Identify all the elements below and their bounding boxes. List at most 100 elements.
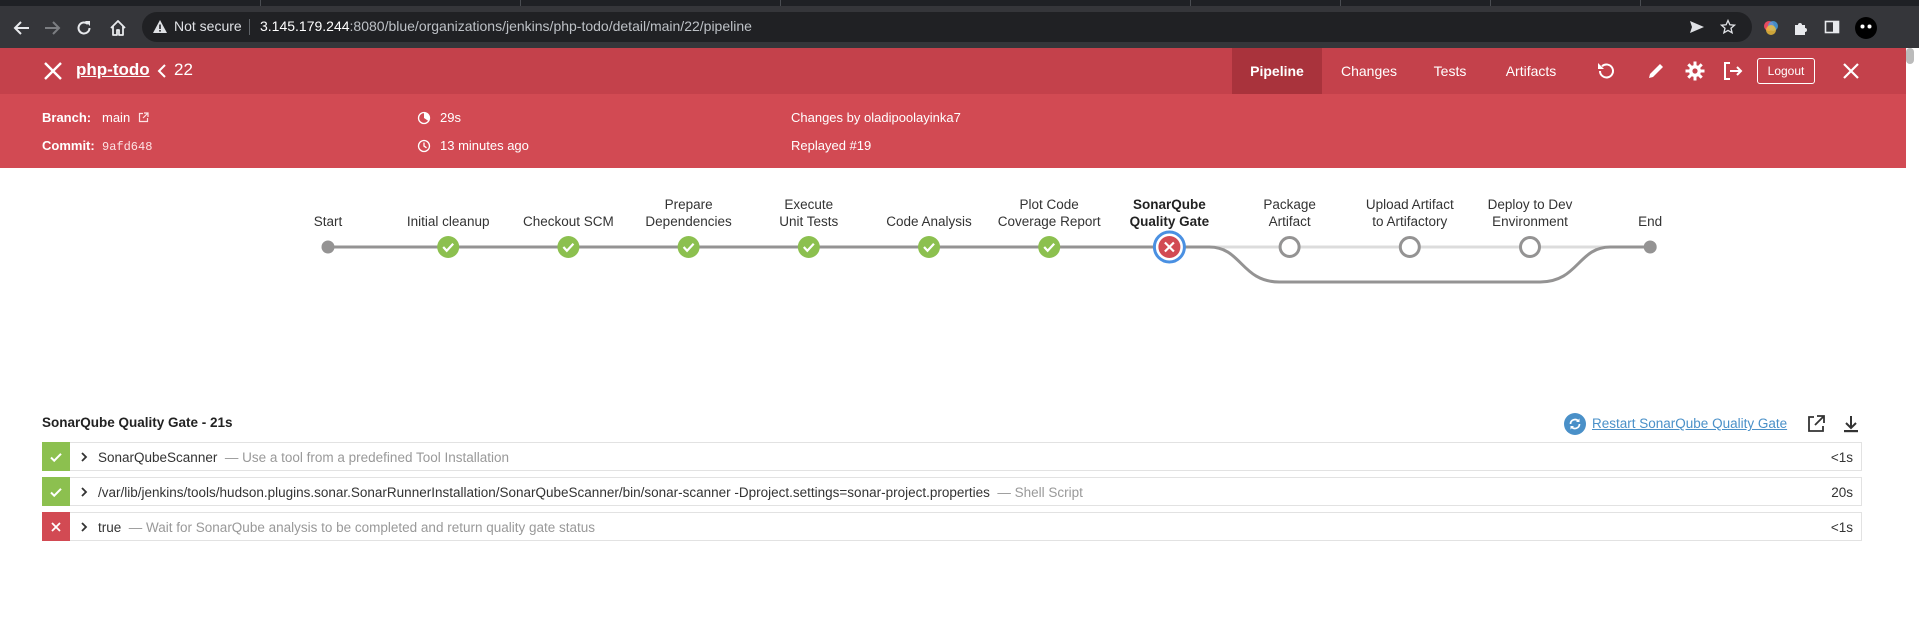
stage-label-7[interactable]: Plot Code Coverage Report (998, 196, 1101, 230)
stage-node-11[interactable] (1519, 236, 1541, 258)
step-name: SonarQubeScanner (98, 450, 218, 465)
reload-button[interactable] (70, 14, 98, 42)
check-icon (923, 243, 935, 253)
star-icon[interactable] (1720, 19, 1736, 35)
browser-toolbar: Not secure 3.145.179.244:8080/blue/organ… (0, 6, 1919, 48)
step-row[interactable]: SonarQubeScanner — Use a tool from a pre… (42, 442, 1862, 471)
side-panel-icon[interactable] (1824, 19, 1840, 35)
back-button[interactable] (8, 14, 36, 42)
restart-icon[interactable] (1563, 412, 1587, 436)
stage-node-5[interactable] (797, 236, 820, 258)
stage-node-12[interactable] (1643, 240, 1657, 254)
clock-icon (417, 139, 431, 153)
step-text: true — Wait for SonarQube analysis to be… (98, 520, 595, 535)
restart-stage-link[interactable]: Restart SonarQube Quality Gate (1592, 416, 1787, 431)
rerun-icon[interactable] (1595, 60, 1617, 82)
step-success-status (42, 442, 70, 471)
run-number: 22 (174, 60, 193, 79)
stage-node-1[interactable] (321, 240, 335, 254)
url-path: :8080/blue/organizations/jenkins/php-tod… (349, 18, 752, 34)
commit-hash[interactable]: 9afd648 (102, 140, 152, 154)
stage-label-6[interactable]: Code Analysis (886, 213, 972, 230)
tab-pipeline[interactable]: Pipeline (1232, 48, 1322, 94)
tab-tests[interactable]: Tests (1420, 48, 1480, 94)
stage-node-6[interactable] (918, 236, 940, 258)
tab-changes[interactable]: Changes (1330, 48, 1408, 94)
step-name: /var/lib/jenkins/tools/hudson.plugins.so… (98, 485, 990, 500)
stage-node-4[interactable] (677, 236, 700, 258)
url-host: 3.145.179.244 (260, 18, 350, 34)
tab-artifacts[interactable]: Artifacts (1495, 48, 1567, 94)
omnibox-divider (249, 19, 250, 35)
logout-button[interactable]: Logout (1757, 58, 1815, 84)
url-text[interactable]: 3.145.179.244:8080/blue/organizations/je… (260, 18, 752, 34)
stage-label-9[interactable]: Package Artifact (1263, 196, 1316, 230)
step-success-status (42, 477, 70, 506)
warning-icon (153, 20, 167, 33)
check-icon (50, 452, 62, 462)
stage-label-10[interactable]: Upload Artifact to Artifactory (1366, 196, 1454, 230)
check-icon (562, 243, 575, 253)
scrollbar[interactable] (1906, 48, 1914, 64)
stage-node-10[interactable] (1398, 236, 1421, 258)
puzzle-icon[interactable] (1792, 19, 1810, 37)
stage-label-3[interactable]: Checkout SCM (523, 213, 614, 230)
stage-label-8[interactable]: SonarQube Quality Gate (1130, 196, 1210, 230)
step-duration: <1s (1830, 520, 1853, 535)
replayed-info: Replayed #19 (791, 138, 872, 153)
stage-label-11[interactable]: Deploy to Dev Environment (1488, 196, 1573, 230)
project-link[interactable]: php-todo (76, 60, 150, 80)
security-label[interactable]: Not secure (174, 18, 242, 34)
stage-node-7[interactable] (1038, 236, 1061, 258)
close-icon[interactable] (42, 60, 64, 82)
step-description: — Shell Script (997, 485, 1083, 500)
arrow-left-icon (13, 21, 29, 35)
branch-value[interactable]: main (102, 110, 130, 125)
address-bar[interactable]: Not secure 3.145.179.244:8080/blue/organ… (142, 12, 1752, 42)
stage-label-1[interactable]: Start (314, 213, 343, 230)
send-icon[interactable] (1689, 19, 1705, 35)
stage-node-8[interactable] (1152, 230, 1186, 264)
stage-label-4[interactable]: Prepare Dependencies (645, 196, 731, 230)
arrow-right-icon (45, 21, 61, 35)
chevron-right-icon[interactable] (79, 521, 89, 533)
duration-icon (417, 111, 431, 125)
step-description: — Wait for SonarQube analysis to be comp… (128, 520, 596, 535)
check-icon (1043, 243, 1056, 253)
step-text: /var/lib/jenkins/tools/hudson.plugins.so… (98, 485, 1083, 500)
stage-node-3[interactable] (557, 236, 580, 258)
download-icon[interactable] (1842, 414, 1860, 434)
gear-icon[interactable] (1684, 60, 1706, 82)
x-icon (51, 521, 61, 532)
check-icon (802, 243, 815, 253)
stage-label-5[interactable]: Execute Unit Tests (779, 196, 838, 230)
chevron-right-icon[interactable] (79, 486, 89, 498)
edit-pencil-icon[interactable] (1645, 60, 1667, 82)
chevron-right-icon[interactable] (79, 451, 89, 463)
x-icon (1164, 241, 1175, 253)
run-time-ago: 13 minutes ago (440, 138, 529, 153)
open-log-icon[interactable] (1806, 414, 1826, 434)
reload-icon (77, 21, 91, 35)
stage-label-2[interactable]: Initial cleanup (407, 213, 490, 230)
step-row[interactable]: true — Wait for SonarQube analysis to be… (42, 512, 1862, 541)
check-icon (682, 243, 695, 253)
stage-label-12[interactable]: End (1638, 213, 1662, 230)
sign-out-icon[interactable] (1722, 60, 1744, 82)
pipeline-skip-connector (1169, 245, 1651, 284)
step-text: SonarQubeScanner — Use a tool from a pre… (98, 450, 509, 465)
external-link-icon[interactable] (138, 112, 149, 123)
step-name: true (98, 520, 122, 535)
stage-node-2[interactable] (437, 236, 460, 258)
stage-node-9[interactable] (1278, 236, 1301, 258)
step-row[interactable]: /var/lib/jenkins/tools/hudson.plugins.so… (42, 477, 1862, 506)
color-extension-icon[interactable] (1762, 19, 1780, 37)
forward-button[interactable] (38, 14, 66, 42)
chevron-left-icon[interactable] (156, 60, 168, 82)
close-icon[interactable] (1842, 62, 1860, 80)
step-duration: <1s (1830, 450, 1853, 465)
avatar[interactable] (1855, 17, 1877, 39)
home-button[interactable] (104, 14, 132, 42)
commit-label: Commit: (42, 138, 95, 153)
branch-label: Branch: (42, 110, 92, 125)
